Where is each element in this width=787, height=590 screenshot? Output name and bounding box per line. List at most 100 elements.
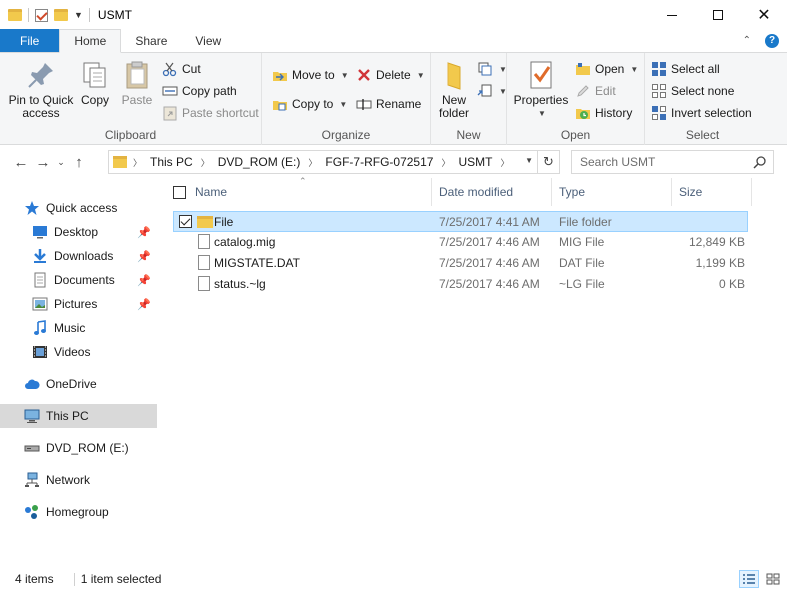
nav-item-network[interactable]: Network bbox=[0, 468, 157, 492]
pin-icon[interactable]: 📌 bbox=[137, 298, 151, 311]
back-arrow-icon[interactable]: ← bbox=[10, 154, 32, 171]
tab-view[interactable]: View bbox=[181, 29, 235, 52]
nav-item-desktop[interactable]: Desktop 📌 bbox=[0, 220, 157, 244]
column-header-name[interactable]: Name bbox=[195, 178, 431, 206]
nav-item-documents[interactable]: Documents 📌 bbox=[0, 268, 157, 292]
move-to-button[interactable]: Move to ▼ bbox=[272, 65, 349, 85]
pin-icon[interactable]: 📌 bbox=[137, 226, 151, 239]
edit-button[interactable]: Edit bbox=[575, 81, 616, 101]
column-header-size[interactable]: Size bbox=[679, 178, 749, 206]
invert-selection-button[interactable]: Invert selection bbox=[651, 103, 752, 123]
organize-group: Move to ▼ Copy to ▼ Delete ▼ Rename Orga… bbox=[262, 53, 431, 145]
tab-file[interactable]: File bbox=[0, 29, 60, 52]
rename-button[interactable]: Rename bbox=[356, 94, 421, 114]
delete-button[interactable]: Delete ▼ bbox=[356, 65, 425, 85]
close-button[interactable]: ✕ bbox=[741, 0, 787, 30]
chevron-right-icon[interactable]: 〉 bbox=[308, 156, 317, 169]
history-button[interactable]: History bbox=[575, 103, 632, 123]
select-all-checkbox[interactable] bbox=[173, 186, 186, 199]
cut-button[interactable]: Cut bbox=[162, 59, 201, 79]
pin-icon[interactable]: 📌 bbox=[137, 274, 151, 287]
nav-item-onedrive[interactable]: OneDrive bbox=[0, 372, 157, 396]
pin-icon[interactable]: 📌 bbox=[137, 250, 151, 263]
file-row-migstate-dat[interactable]: MIGSTATE.DAT 7/25/2017 4:46 AM DAT File … bbox=[173, 253, 748, 274]
address-history-chevron-icon[interactable]: ▼ bbox=[525, 156, 533, 165]
chevron-up-icon[interactable]: ⌃ bbox=[743, 35, 751, 46]
window-title: USMT bbox=[97, 8, 132, 22]
open-folder-icon bbox=[575, 61, 591, 77]
status-divider bbox=[73, 572, 75, 586]
address-bar[interactable]: 〉 This PC 〉 DVD_ROM (E:) 〉 FGF-7-RFG-072… bbox=[108, 150, 560, 174]
customize-toolbar-dropdown[interactable]: ▼ bbox=[74, 10, 83, 20]
refresh-icon[interactable]: ↻ bbox=[537, 151, 559, 173]
nav-item-homegroup[interactable]: Homegroup bbox=[0, 500, 157, 524]
up-arrow-icon[interactable]: ↑ bbox=[68, 154, 90, 171]
easy-access-button[interactable]: ▼ bbox=[477, 81, 507, 101]
nav-item-videos[interactable]: Videos bbox=[0, 340, 157, 364]
minimize-button[interactable] bbox=[649, 0, 695, 30]
column-divider[interactable] bbox=[671, 178, 672, 206]
paste-shortcut-label: Paste shortcut bbox=[182, 106, 259, 120]
nav-label: Music bbox=[54, 321, 86, 335]
item-count: 4 items bbox=[15, 572, 54, 586]
help-icon[interactable]: ? bbox=[765, 33, 779, 48]
paste-shortcut-button[interactable]: Paste shortcut bbox=[162, 103, 259, 123]
invert-selection-label: Invert selection bbox=[671, 106, 752, 120]
file-row-file-folder[interactable]: File 7/25/2017 4:41 AM File folder bbox=[173, 211, 748, 232]
chevron-right-icon[interactable]: 〉 bbox=[441, 156, 450, 169]
new-folder-icon[interactable] bbox=[54, 9, 68, 21]
new-folder-button[interactable]: New folder bbox=[433, 59, 475, 120]
organize-group-label: Organize bbox=[321, 128, 371, 142]
paste-button[interactable]: Paste bbox=[118, 59, 156, 107]
search-input[interactable]: Search USMT bbox=[571, 150, 774, 174]
select-all-button[interactable]: Select all bbox=[651, 59, 720, 79]
properties-icon[interactable] bbox=[35, 8, 48, 22]
file-row-catalog-mig[interactable]: catalog.mig 7/25/2017 4:46 AM MIG File 1… bbox=[173, 232, 748, 253]
nav-item-quick-access[interactable]: Quick access bbox=[0, 196, 157, 220]
nav-item-this-pc[interactable]: This PC bbox=[0, 404, 157, 428]
file-row-status-lg[interactable]: status.~lg 7/25/2017 4:46 AM ~LG File 0 … bbox=[173, 274, 748, 295]
copy-path-button[interactable]: Copy path bbox=[162, 81, 237, 101]
pictures-icon bbox=[32, 296, 48, 312]
row-checkbox[interactable] bbox=[179, 215, 192, 228]
quick-access-toolbar: ▼ bbox=[0, 8, 90, 22]
file-name: File bbox=[214, 215, 234, 229]
pin-to-quick-access-button[interactable]: Pin to Quick access bbox=[6, 59, 76, 120]
chevron-right-icon[interactable]: 〉 bbox=[201, 156, 210, 169]
large-icons-view-icon[interactable] bbox=[763, 570, 783, 588]
copy-button[interactable]: Copy bbox=[78, 59, 112, 107]
column-header-date-modified[interactable]: Date modified bbox=[439, 178, 551, 206]
open-button[interactable]: Open ▼ bbox=[575, 59, 638, 79]
star-icon bbox=[24, 200, 40, 216]
file-type: ~LG File bbox=[559, 277, 605, 291]
breadcrumb-dvd-rom[interactable]: DVD_ROM (E:) bbox=[218, 155, 301, 169]
new-item-button[interactable]: ▼ bbox=[477, 59, 507, 79]
column-divider[interactable] bbox=[431, 178, 432, 206]
details-view-icon[interactable] bbox=[739, 570, 759, 588]
nav-item-dvd-rom[interactable]: DVD_ROM (E:) bbox=[0, 436, 157, 460]
computer-icon bbox=[24, 408, 40, 424]
breadcrumb-this-pc[interactable]: This PC bbox=[150, 155, 193, 169]
column-divider[interactable] bbox=[551, 178, 552, 206]
properties-button[interactable]: Properties ▼ bbox=[513, 59, 569, 120]
breadcrumb-fgf-folder[interactable]: FGF-7-RFG-072517 bbox=[325, 155, 433, 169]
maximize-button[interactable] bbox=[695, 0, 741, 30]
select-none-button[interactable]: Select none bbox=[651, 81, 734, 101]
breadcrumb-usmt[interactable]: USMT bbox=[458, 155, 492, 169]
nav-item-downloads[interactable]: Downloads 📌 bbox=[0, 244, 157, 268]
new-group: New folder ▼ ▼ New bbox=[431, 53, 507, 145]
nav-item-music[interactable]: Music bbox=[0, 316, 157, 340]
column-divider[interactable] bbox=[751, 178, 752, 206]
select-group-label: Select bbox=[685, 128, 720, 142]
chevron-right-icon[interactable]: 〉 bbox=[500, 156, 509, 169]
copy-icon bbox=[79, 59, 111, 91]
copy-to-button[interactable]: Copy to ▼ bbox=[272, 94, 347, 114]
chevron-right-icon[interactable]: 〉 bbox=[133, 156, 142, 169]
recent-locations-chevron-icon[interactable]: ⌄ bbox=[54, 157, 68, 168]
column-header-type[interactable]: Type bbox=[559, 178, 671, 206]
nav-item-pictures[interactable]: Pictures 📌 bbox=[0, 292, 157, 316]
tab-share[interactable]: Share bbox=[121, 29, 181, 52]
cloud-icon bbox=[24, 376, 40, 392]
tab-home[interactable]: Home bbox=[59, 29, 122, 53]
forward-arrow-icon[interactable]: → bbox=[32, 154, 54, 171]
